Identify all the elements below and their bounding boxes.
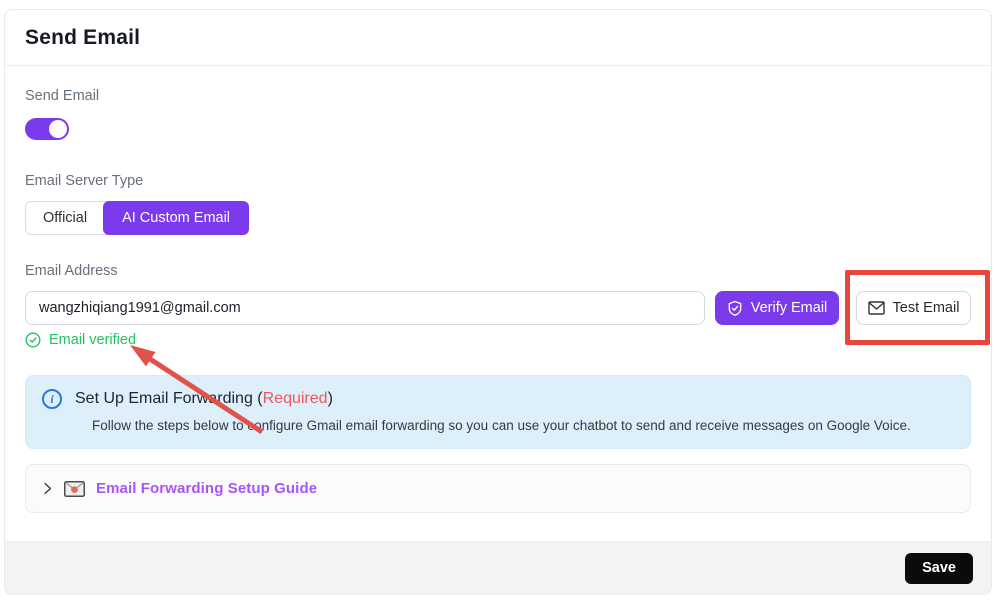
server-type-segmented: Official AI Custom Email <box>25 201 249 235</box>
card-footer: Save <box>5 541 991 594</box>
email-address-label: Email Address <box>25 263 971 279</box>
email-verified-status: Email verified <box>25 332 971 348</box>
check-circle-icon <box>25 332 41 348</box>
email-envelope-emoji-icon <box>64 481 85 497</box>
server-type-option-official[interactable]: Official <box>26 202 104 234</box>
verify-email-label: Verify Email <box>751 300 828 316</box>
email-forwarding-info-box: i Set Up Email Forwarding (Required) Fol… <box>25 375 971 449</box>
server-type-option-ai-custom-email[interactable]: AI Custom Email <box>103 201 249 235</box>
email-address-input[interactable] <box>25 291 705 325</box>
save-button[interactable]: Save <box>905 553 973 584</box>
envelope-icon <box>868 301 885 315</box>
info-circle-icon: i <box>42 389 62 409</box>
shield-check-icon <box>727 300 743 317</box>
card-header: Send Email <box>5 10 991 66</box>
email-verified-text: Email verified <box>49 332 136 348</box>
email-row: Verify Email Test Email <box>25 291 971 325</box>
info-box-title: Set Up Email Forwarding (Required) <box>75 390 333 408</box>
test-email-button[interactable]: Test Email <box>856 291 971 325</box>
setup-guide-title: Email Forwarding Setup Guide <box>96 480 317 497</box>
required-badge: Required <box>263 390 328 407</box>
card-body: Send Email Email Server Type Official AI… <box>5 66 991 541</box>
chevron-right-icon <box>42 482 53 495</box>
test-email-label: Test Email <box>893 300 960 316</box>
verify-email-button[interactable]: Verify Email <box>715 291 839 325</box>
send-email-card: Send Email Send Email Email Server Type … <box>4 9 992 595</box>
server-type-label: Email Server Type <box>25 173 971 189</box>
send-email-label: Send Email <box>25 88 971 104</box>
info-box-body: Follow the steps below to configure Gmai… <box>92 418 954 433</box>
page-title: Send Email <box>25 26 971 50</box>
setup-guide-accordion[interactable]: Email Forwarding Setup Guide <box>25 464 971 513</box>
send-email-toggle[interactable] <box>25 118 69 140</box>
toggle-knob <box>49 120 67 138</box>
send-email-page: Send Email Send Email Email Server Type … <box>0 0 1001 607</box>
